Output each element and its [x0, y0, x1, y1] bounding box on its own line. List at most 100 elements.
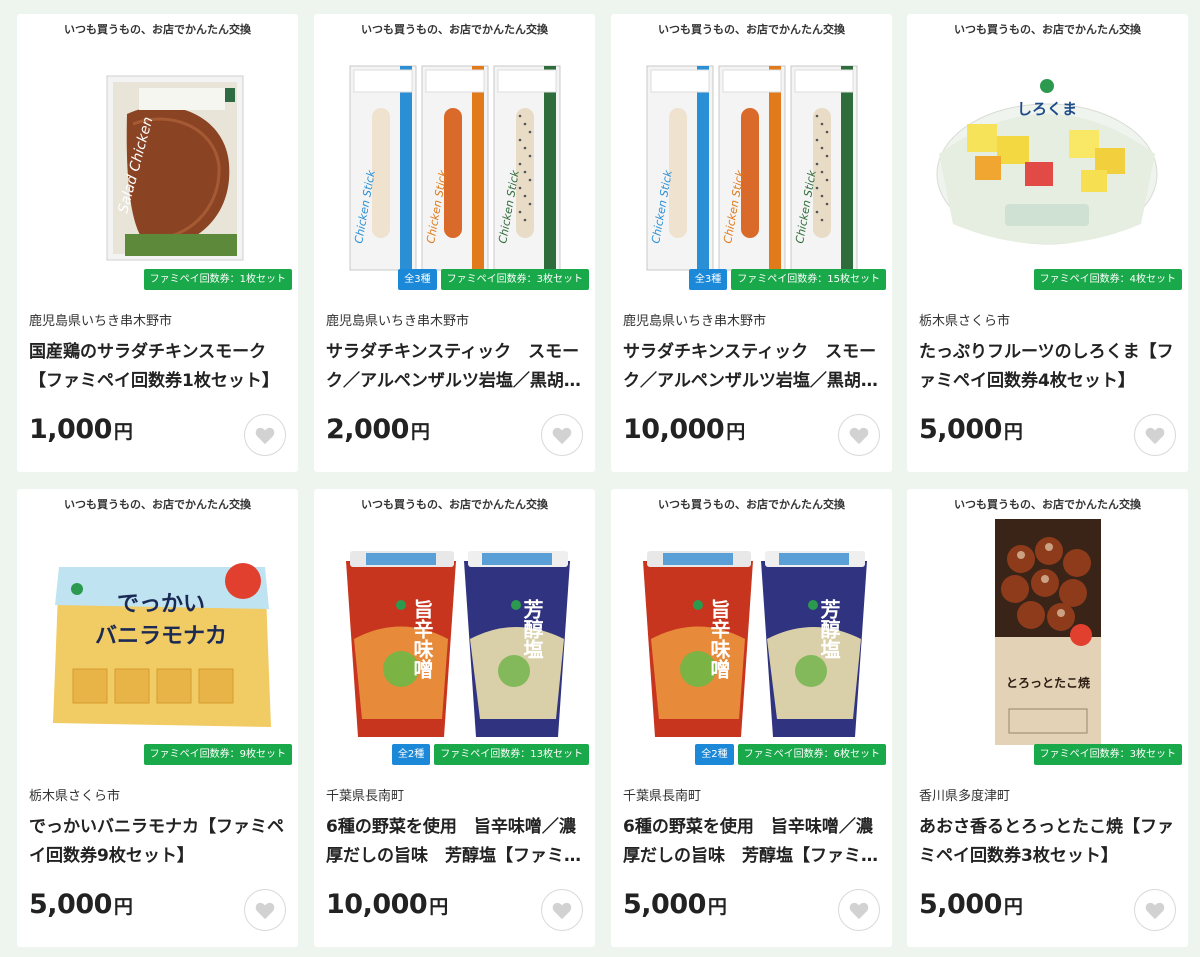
product-card[interactable]: いつも買うもの、お店でかんたん交換 Chicken Stick Chicken …: [611, 14, 892, 472]
favorite-button[interactable]: [541, 889, 583, 931]
favorite-button[interactable]: [244, 889, 286, 931]
price-currency: 円: [113, 896, 133, 918]
product-card[interactable]: いつも買うもの、お店でかんたん交換 旨辛味噌 芳醇塩 全2種 ファミペイ回数券：1…: [314, 489, 595, 947]
product-region: 鹿児島県いちき串木野市: [623, 314, 767, 329]
chicken-stick-packs-image[interactable]: Chicken Stick Chicken Stick Chicken Stic…: [326, 44, 583, 274]
variant-count-badge: 全2種: [695, 744, 734, 765]
vanilla-monaka-image[interactable]: でっかい バニラモナカ: [29, 519, 286, 749]
svg-text:でっかい: でっかい: [117, 592, 205, 617]
card-tagline: いつも買うもの、お店でかんたん交換: [954, 23, 1141, 36]
card-tagline: いつも買うもの、お店でかんたん交換: [954, 498, 1141, 511]
favorite-button[interactable]: [838, 889, 880, 931]
product-card[interactable]: いつも買うもの、お店でかんたん交換 でっかい バニラモナカ ファミペイ回数券：9…: [17, 489, 298, 947]
badge-group: 全3種 ファミペイ回数券：15枚セット: [688, 269, 886, 290]
variant-count-badge: 全2種: [391, 744, 431, 765]
cup-noodles-image[interactable]: 旨辛味噌 芳醇塩: [623, 519, 880, 749]
product-card[interactable]: いつも買うもの、お店でかんたん交換 とろっとたこ焼 ファミペイ回数券：3枚セット…: [907, 489, 1188, 947]
shirokuma-fruit-cup-image[interactable]: しろくま: [919, 44, 1176, 274]
product-title[interactable]: たっぷりフルーツのしろくま【ファミペイ回数券4枚セット】: [919, 338, 1177, 396]
card-tagline: いつも買うもの、お店でかんたん交換: [64, 498, 251, 511]
svg-text:とろっとたこ焼: とろっとたこ焼: [1006, 675, 1090, 690]
favorite-button[interactable]: [838, 414, 880, 456]
price-amount: 5,000: [623, 889, 706, 920]
cup-noodles-image[interactable]: 旨辛味噌 芳醇塩: [326, 519, 583, 749]
badge-group: 全2種 ファミペイ回数券：13枚セット: [391, 744, 589, 765]
product-title[interactable]: でっかいバニラモナカ【ファミペイ回数券9枚セット】: [29, 813, 287, 871]
badge-group: 全3種 ファミペイ回数券：3枚セット: [398, 269, 589, 290]
product-region: 千葉県長南町: [623, 789, 702, 804]
price-currency: 円: [1003, 421, 1023, 443]
product-region: 鹿児島県いちき串木野市: [326, 314, 470, 329]
favorite-button[interactable]: [244, 414, 286, 456]
product-region: 栃木県さくら市: [919, 314, 1011, 329]
heart-icon: [849, 427, 869, 445]
favorite-button[interactable]: [541, 414, 583, 456]
product-price: 10,000 円: [623, 414, 745, 445]
product-title[interactable]: 6種の野菜を使用 旨辛味噌／濃厚だしの旨味 芳醇塩【ファミペイ回数券13枚セット…: [326, 813, 584, 871]
ticket-set-badge: ファミペイ回数券：1枚セット: [143, 269, 292, 290]
product-title[interactable]: 6種の野菜を使用 旨辛味噌／濃厚だしの旨味 芳醇塩【ファミペイ回数券6枚セット】: [623, 813, 881, 871]
product-price: 5,000 円: [919, 889, 1023, 920]
favorite-button[interactable]: [1134, 889, 1176, 931]
ticket-set-badge: ファミペイ回数券：3枚セット: [440, 269, 589, 290]
product-title[interactable]: サラダチキンスティック スモーク／アルペンザルツ岩塩／黒胡椒【ファミペイ回数券3…: [326, 338, 584, 396]
product-price: 10,000 円: [326, 889, 448, 920]
takoyaki-pack-image[interactable]: とろっとたこ焼: [919, 519, 1176, 749]
price-currency: 円: [113, 421, 133, 443]
badge-group: ファミペイ回数券：9枚セット: [143, 744, 292, 765]
product-card[interactable]: いつも買うもの、お店でかんたん交換 しろくま ファミペイ回数券：4枚セット 栃木…: [907, 14, 1188, 472]
variant-count-badge: 全3種: [398, 269, 437, 290]
price-amount: 5,000: [29, 889, 112, 920]
product-price: 1,000 円: [29, 414, 133, 445]
svg-text:芳醇塩: 芳醇塩: [520, 598, 544, 659]
product-price: 2,000 円: [326, 414, 430, 445]
product-price: 5,000 円: [623, 889, 727, 920]
product-card[interactable]: いつも買うもの、お店でかんたん交換 旨辛味噌 芳醇塩 全2種 ファミペイ回数券：6…: [611, 489, 892, 947]
heart-icon: [849, 902, 869, 920]
product-region: 栃木県さくら市: [29, 789, 121, 804]
price-amount: 1,000: [29, 414, 112, 445]
card-tagline: いつも買うもの、お店でかんたん交換: [658, 23, 845, 36]
product-region: 千葉県長南町: [326, 789, 405, 804]
heart-icon: [255, 902, 275, 920]
product-price: 5,000 円: [29, 889, 133, 920]
product-grid: いつも買うもの、お店でかんたん交換 Salad Chicken ファミペイ回数券…: [0, 0, 1200, 957]
price-amount: 2,000: [326, 414, 409, 445]
svg-text:旨辛味噌: 旨辛味噌: [410, 598, 434, 679]
price-amount: 5,000: [919, 889, 1002, 920]
chicken-stick-packs-image[interactable]: Chicken Stick Chicken Stick Chicken Stic…: [623, 44, 880, 274]
product-card[interactable]: いつも買うもの、お店でかんたん交換 Salad Chicken ファミペイ回数券…: [17, 14, 298, 472]
ticket-set-badge: ファミペイ回数券：13枚セット: [434, 744, 589, 765]
product-price: 5,000 円: [919, 414, 1023, 445]
card-tagline: いつも買うもの、お店でかんたん交換: [361, 498, 548, 511]
favorite-button[interactable]: [1134, 414, 1176, 456]
svg-text:しろくま: しろくま: [1017, 100, 1077, 118]
badge-group: ファミペイ回数券：1枚セット: [143, 269, 292, 290]
svg-text:旨辛味噌: 旨辛味噌: [707, 598, 731, 679]
price-currency: 円: [1003, 896, 1023, 918]
heart-icon: [552, 902, 572, 920]
card-tagline: いつも買うもの、お店でかんたん交換: [361, 23, 548, 36]
product-title[interactable]: サラダチキンスティック スモーク／アルペンザルツ岩塩／黒胡椒【ファミペイ回数券1…: [623, 338, 881, 396]
price-currency: 円: [726, 421, 746, 443]
heart-icon: [1145, 902, 1165, 920]
price-amount: 10,000: [623, 414, 725, 445]
ticket-set-badge: ファミペイ回数券：9枚セット: [143, 744, 292, 765]
product-region: 鹿児島県いちき串木野市: [29, 314, 173, 329]
badge-group: ファミペイ回数券：4枚セット: [1033, 269, 1182, 290]
product-region: 香川県多度津町: [919, 789, 1011, 804]
svg-text:バニラモナカ: バニラモナカ: [95, 624, 227, 649]
salad-chicken-pack-image[interactable]: Salad Chicken: [29, 44, 286, 274]
variant-count-badge: 全3種: [688, 269, 728, 290]
product-card[interactable]: いつも買うもの、お店でかんたん交換 Chicken Stick Chicken …: [314, 14, 595, 472]
badge-group: 全2種 ファミペイ回数券：6枚セット: [695, 744, 886, 765]
svg-text:芳醇塩: 芳醇塩: [817, 598, 841, 659]
product-title[interactable]: 国産鶏のサラダチキンスモーク【ファミペイ回数券1枚セット】: [29, 338, 287, 396]
price-currency: 円: [429, 896, 449, 918]
ticket-set-badge: ファミペイ回数券：4枚セット: [1033, 269, 1182, 290]
price-currency: 円: [410, 421, 430, 443]
price-amount: 10,000: [326, 889, 428, 920]
ticket-set-badge: ファミペイ回数券：15枚セット: [731, 269, 886, 290]
heart-icon: [552, 427, 572, 445]
product-title[interactable]: あおさ香るとろっとたこ焼【ファミペイ回数券3枚セット】: [919, 813, 1177, 871]
